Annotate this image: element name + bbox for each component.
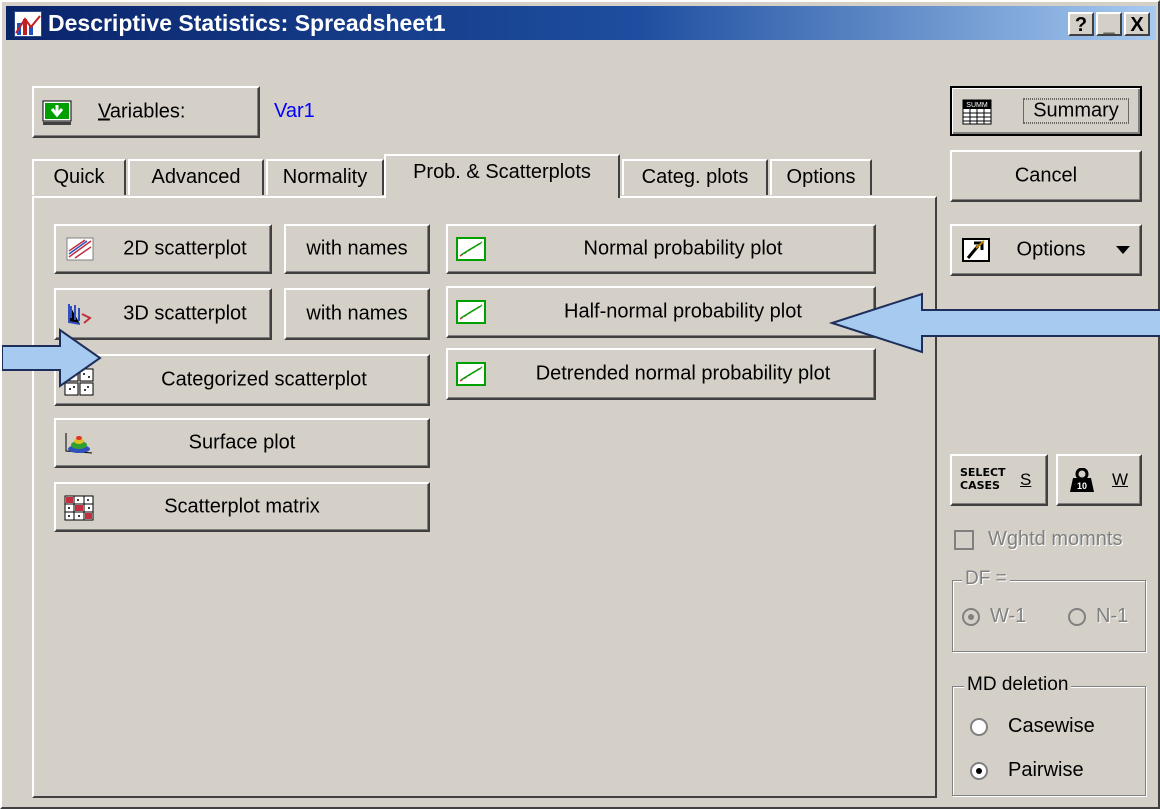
scatter-2d-button[interactable]: 2D scatterplot [54,224,272,274]
categorized-scatterplot-label: Categorized scatterplot [161,368,367,391]
options-label: Options [1016,238,1086,261]
scatter-3d-label: 3D scatterplot [123,302,247,325]
df-w1-label: W-1 [990,605,1027,627]
select-cases-button[interactable]: SELECT CASES S [950,454,1048,506]
detrended-normal-probability-plot-label: Detrended normal probability plot [535,362,831,385]
detrended-normal-probability-plot-icon [456,362,486,386]
window-title: Descriptive Statistics: Spreadsheet1 [48,10,446,36]
svg-text:10: 10 [1077,481,1087,491]
scatterplot-matrix-label: Scatterplot matrix [164,495,320,518]
weighted-moments-checkbox[interactable] [954,530,974,550]
scatter-3d-with-names-label: with names [306,302,408,325]
normal-probability-plot-button[interactable]: Normal probability plot [446,224,876,274]
variables-label: Variables: [98,100,186,123]
weight-key: W [1112,470,1129,489]
cancel-label: Cancel [1014,164,1078,187]
tab-normality[interactable]: Normality [266,159,384,195]
scatter-2d-with-names-button[interactable]: with names [284,224,430,274]
weight-button[interactable]: 10 W [1056,454,1142,506]
half-normal-probability-plot-label: Half-normal probability plot [564,300,802,323]
options-icon [962,238,990,262]
options-dropdown-button[interactable]: Options [950,224,1142,276]
scatterplot-matrix-button[interactable]: Scatterplot matrix [54,482,430,532]
close-button[interactable]: X [1124,12,1150,36]
scatter-3d-icon [66,302,94,326]
tab-options[interactable]: Options [770,159,872,195]
annotation-arrow-left [828,292,1160,354]
scatter-3d-with-names-button[interactable]: with names [284,288,430,340]
surface-plot-label: Surface plot [188,431,296,454]
md-deletion-label: MD deletion [964,674,1072,696]
help-button[interactable]: ? [1068,12,1094,36]
md-pairwise-label: Pairwise [1008,759,1084,781]
tab-categ-plots[interactable]: Categ. plots [622,159,768,195]
df-w1-radio[interactable] [962,608,980,626]
summary-button[interactable]: SUMM Summary [950,86,1142,136]
normal-probability-plot-label: Normal probability plot [583,237,783,260]
summary-icon: SUMM [962,99,992,125]
variables-value: Var1 [274,100,315,122]
df-n1-label: N-1 [1096,605,1129,627]
scatter-2d-with-names-label: with names [306,237,408,260]
normal-probability-plot-icon [456,237,486,261]
chevron-down-icon [1116,246,1130,254]
half-normal-probability-plot-icon [456,300,486,324]
summary-label: Summary [1023,98,1129,124]
select-cases-key: S [1020,470,1032,489]
df-n1-radio[interactable] [1068,608,1086,626]
minimize-button[interactable]: _ [1096,12,1122,36]
scatter-2d-icon [66,237,94,261]
tab-advanced[interactable]: Advanced [128,159,264,195]
detrended-normal-probability-plot-button[interactable]: Detrended normal probability plot [446,348,876,400]
md-casewise-label: Casewise [1008,715,1095,737]
scatter-2d-label: 2D scatterplot [123,237,247,260]
variables-icon [42,100,72,125]
svg-text:SUMM: SUMM [966,102,988,109]
annotation-arrow-right [2,328,102,388]
title-bar: Descriptive Statistics: Spreadsheet1 ? _… [6,6,1156,40]
surface-plot-button[interactable]: Surface plot [54,418,430,468]
tab-prob-scatterplots[interactable]: Prob. & Scatterplots [384,154,620,198]
df-group-label: DF = [962,568,1010,590]
variables-button[interactable]: Variables: [32,86,260,138]
app-icon [14,11,42,37]
select-cases-icon: SELECT CASES [960,466,1006,492]
half-normal-probability-plot-button[interactable]: Half-normal probability plot [446,286,876,338]
md-pairwise-radio[interactable] [970,762,988,780]
dialog-window: Descriptive Statistics: Spreadsheet1 ? _… [0,0,1160,809]
cancel-button[interactable]: Cancel [950,150,1142,202]
weight-icon: 10 [1066,467,1094,492]
weighted-moments-label: Wghtd momnts [988,528,1123,550]
md-casewise-radio[interactable] [970,718,988,736]
tab-quick[interactable]: Quick [32,159,126,195]
